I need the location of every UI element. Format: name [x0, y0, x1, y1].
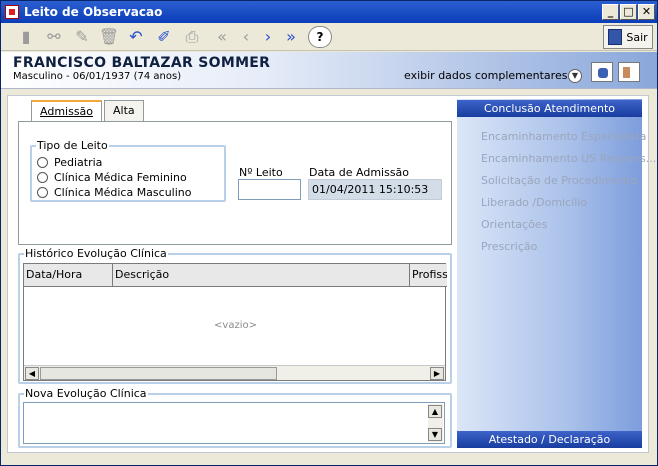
side-item-orientacoes[interactable]: Orientações	[481, 218, 547, 231]
undo-icon[interactable]: ↶	[125, 26, 147, 48]
side-item-encaminhamento-especialista[interactable]: Encaminhamento Especialista	[481, 130, 646, 143]
radio-dot	[37, 172, 48, 183]
patient-name: FRANCISCO BALTAZAR SOMMER	[13, 55, 271, 71]
conclusao-header: Conclusão Atendimento	[457, 100, 642, 117]
historico-grid[interactable]: Data/Hora Descrição Profiss <vazio> ◀ ▶	[23, 263, 447, 381]
empty-placeholder: <vazio>	[214, 320, 257, 331]
historico-title: Histórico Evolução Clínica	[24, 247, 168, 260]
radio-label: Pediatria	[54, 156, 103, 169]
tab-admissao-label: Admissão	[40, 105, 94, 118]
patient-info: Masculino - 06/01/1937 (74 anos)	[13, 71, 182, 82]
radio-dot	[37, 157, 48, 168]
sair-label: Sair	[626, 30, 648, 44]
horizontal-scrollbar[interactable]: ◀ ▶	[24, 365, 445, 380]
scroll-left-icon[interactable]: ◀	[25, 367, 39, 380]
side-item-liberado-domicilio[interactable]: Liberado /Domicílio	[481, 196, 587, 209]
notes-edit-icon[interactable]: ✐	[153, 26, 175, 48]
leito-label: Nº Leito	[239, 166, 283, 179]
patient-card-icon[interactable]	[618, 62, 640, 82]
search-binoculars-icon[interactable]: ⚯	[43, 26, 65, 48]
close-button[interactable]: ✕	[638, 4, 655, 20]
maximize-button[interactable]: □	[620, 4, 637, 20]
scroll-down-icon[interactable]: ▼	[428, 428, 442, 441]
help-button[interactable]: ?	[308, 26, 332, 48]
edit-eraser-icon[interactable]: ✎	[71, 26, 93, 48]
nova-evolucao-textarea[interactable]: ▲ ▼	[23, 402, 445, 444]
tipo-leito-title: Tipo de Leito	[36, 139, 109, 152]
side-item-encaminhamento-us[interactable]: Encaminhamento US Respons...	[481, 152, 656, 165]
scroll-up-icon[interactable]: ▲	[428, 405, 442, 418]
radio-pediatria[interactable]: Pediatria	[37, 156, 102, 169]
window-title: Leito de Observacao	[24, 5, 163, 19]
leito-input[interactable]	[238, 179, 301, 200]
patient-header: FRANCISCO BALTAZAR SOMMER Masculino - 06…	[1, 52, 657, 89]
tab-alta-label: Alta	[113, 104, 135, 117]
exit-door-icon	[608, 29, 623, 45]
toolbar: ▮ ⚯ ✎ 🗑 ↶ ✐ ⎙ « ‹ › » ? Sair	[1, 23, 657, 51]
vertical-scrollbar[interactable]: ▲ ▼	[428, 404, 443, 442]
data-admissao-field: 01/04/2011 15:10:53	[308, 179, 442, 200]
radio-label: Clínica Médica Feminino	[54, 171, 187, 184]
nova-evolucao-title: Nova Evolução Clínica	[24, 387, 148, 400]
minimize-button[interactable]: _	[602, 4, 619, 20]
delete-trash-icon[interactable]: 🗑	[98, 26, 120, 48]
tab-admissao[interactable]: Admissão	[31, 100, 103, 122]
next-record-icon[interactable]: ›	[257, 26, 279, 48]
tab-strip: Admissão Alta	[31, 100, 146, 122]
first-record-icon[interactable]: «	[211, 26, 233, 48]
scroll-right-icon[interactable]: ▶	[430, 367, 444, 380]
radio-label: Clínica Médica Masculino	[54, 186, 192, 199]
new-record-icon[interactable]: ▮	[15, 26, 37, 48]
security-shield-icon[interactable]	[591, 62, 613, 82]
app-icon	[5, 5, 19, 19]
sair-button[interactable]: Sair	[603, 25, 653, 49]
title-bar: Leito de Observacao _ □ ✕	[1, 1, 657, 23]
radio-clinica-masculino[interactable]: Clínica Médica Masculino	[37, 186, 191, 199]
side-item-prescricao[interactable]: Prescrição	[481, 240, 537, 253]
extra-data-link[interactable]: exibir dados complementares...	[404, 69, 578, 82]
col-profissional[interactable]: Profiss	[410, 264, 447, 287]
previous-record-icon[interactable]: ‹	[235, 26, 257, 48]
scroll-thumb[interactable]	[40, 367, 277, 380]
last-record-icon[interactable]: »	[280, 26, 302, 48]
conclusao-sidebar: Conclusão Atendimento Encaminhamento Esp…	[457, 99, 656, 448]
print-icon[interactable]: ⎙	[181, 26, 203, 48]
tab-alta[interactable]: Alta	[104, 100, 144, 121]
data-admissao-label: Data de Admissão	[309, 166, 410, 179]
col-data-hora[interactable]: Data/Hora	[24, 264, 113, 287]
col-descricao[interactable]: Descrição	[113, 264, 410, 287]
radio-dot	[37, 187, 48, 198]
radio-clinica-feminino[interactable]: Clínica Médica Feminino	[37, 171, 187, 184]
side-item-solicitacao-procedimento[interactable]: Solicitação de Procedimento	[481, 174, 637, 187]
expand-chevron-icon[interactable]: ▼	[568, 69, 582, 83]
atestado-declaracao-button[interactable]: Atestado / Declaração	[457, 431, 642, 448]
window: Leito de Observacao _ □ ✕ ▮ ⚯ ✎ 🗑 ↶ ✐ ⎙ …	[0, 0, 658, 466]
